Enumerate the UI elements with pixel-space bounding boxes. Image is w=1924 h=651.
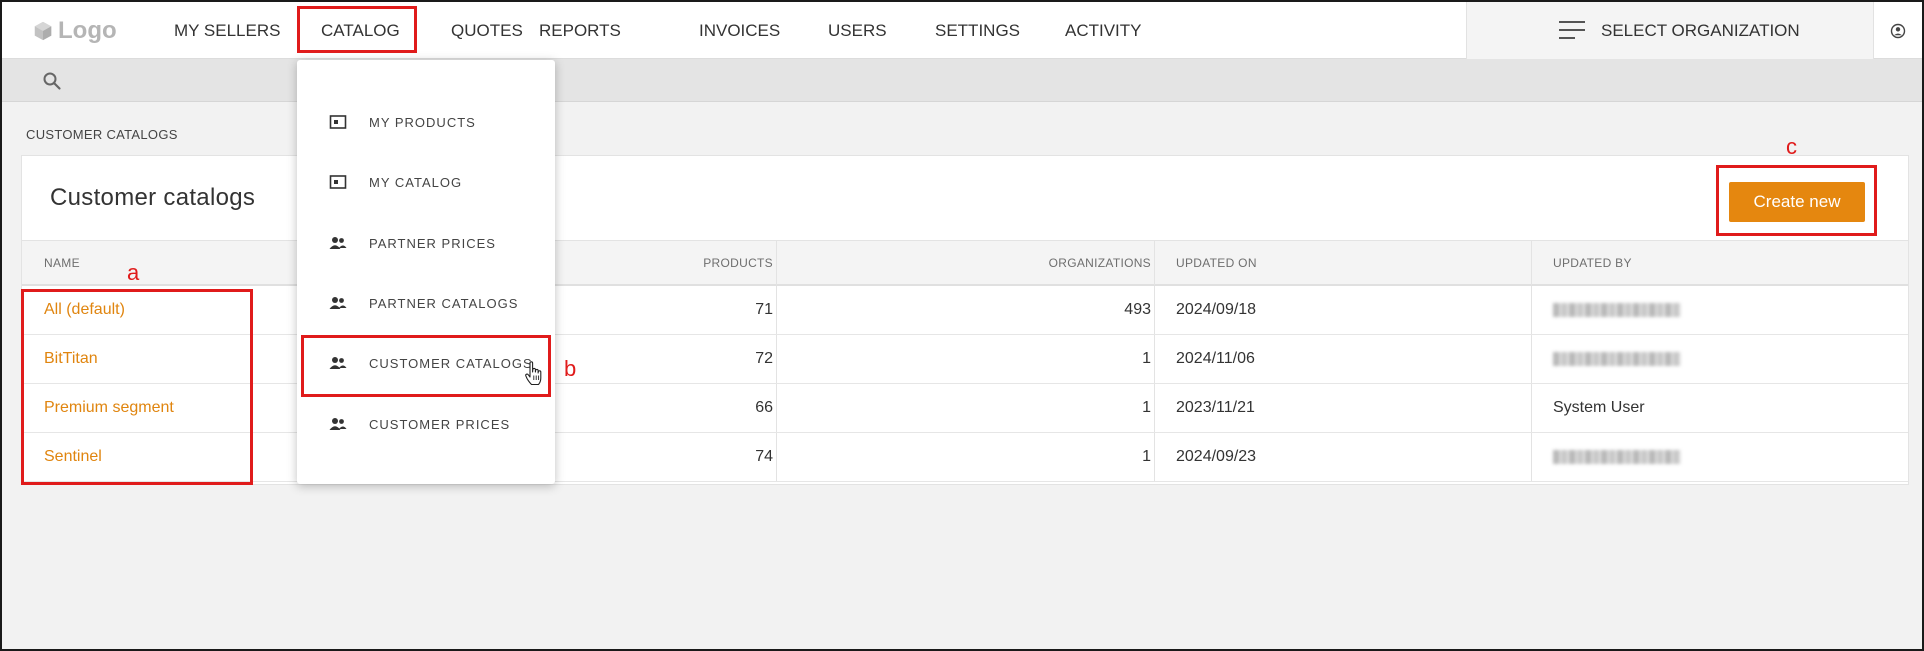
create-new-button[interactable]: Create new	[1729, 182, 1865, 222]
menu-item-partner-catalogs[interactable]: PARTNER CATALOGS	[297, 283, 555, 323]
nav-settings[interactable]: SETTINGS	[935, 2, 1020, 59]
catalog-dropdown-menu: MY PRODUCTS MY CATALOG PARTNER PRICES PA…	[297, 60, 555, 484]
menu-icon	[1559, 21, 1585, 40]
updated-on: 2024/11/06	[1176, 350, 1255, 367]
user-account-button[interactable]	[1874, 2, 1922, 59]
search-icon[interactable]	[42, 71, 62, 91]
updated-by-redacted	[1553, 433, 1681, 481]
organizations-count: 493	[1124, 301, 1151, 318]
menu-item-label: MY CATALOG	[369, 174, 463, 190]
nav-invoices[interactable]: INVOICES	[699, 2, 780, 59]
column-header-updated-by[interactable]: UPDATED BY	[1553, 241, 1632, 285]
products-count: 71	[755, 301, 773, 318]
search-bar	[2, 59, 1922, 102]
product-icon	[329, 175, 347, 189]
hand-cursor-icon	[525, 361, 542, 386]
menu-item-my-products[interactable]: MY PRODUCTS	[297, 102, 555, 142]
nav-quotes[interactable]: QUOTES	[451, 2, 523, 59]
logo[interactable]: Logo	[32, 16, 117, 46]
nav-reports[interactable]: REPORTS	[539, 2, 621, 59]
catalog-name-link[interactable]: Sentinel	[44, 433, 102, 481]
nav-users[interactable]: USERS	[828, 2, 887, 59]
organizations-count: 1	[1142, 448, 1151, 465]
menu-item-partner-prices[interactable]: PARTNER PRICES	[297, 223, 555, 263]
nav-my-sellers[interactable]: MY SELLERS	[174, 2, 280, 59]
app-window: Logo MY SELLERS CATALOG QUOTES REPORTS I…	[0, 0, 1924, 651]
column-header-products[interactable]: PRODUCTS	[522, 241, 773, 285]
users-icon	[329, 237, 347, 249]
top-navigation: Logo MY SELLERS CATALOG QUOTES REPORTS I…	[2, 2, 1922, 59]
organizations-count: 1	[1142, 350, 1151, 367]
users-icon	[329, 297, 347, 309]
menu-item-label: PARTNER PRICES	[369, 235, 496, 251]
updated-on: 2024/09/23	[1176, 448, 1257, 465]
updated-by-redacted	[1553, 286, 1681, 334]
user-circle-icon	[1890, 23, 1906, 38]
menu-item-label: CUSTOMER PRICES	[369, 416, 511, 432]
catalog-name-link[interactable]: BitTitan	[44, 335, 98, 383]
menu-item-my-catalog[interactable]: MY CATALOG	[297, 162, 555, 202]
cube-icon	[34, 21, 52, 41]
column-header-organizations[interactable]: ORGANIZATIONS	[802, 241, 1151, 285]
menu-item-label: PARTNER CATALOGS	[369, 295, 519, 311]
product-icon	[329, 115, 347, 129]
organizations-count: 1	[1142, 399, 1151, 416]
users-icon	[329, 357, 347, 369]
logo-text: Logo	[58, 17, 117, 44]
annotation-label-c: c	[1786, 134, 1797, 159]
nav-activity[interactable]: ACTIVITY	[1065, 2, 1142, 59]
users-icon	[329, 418, 347, 430]
menu-item-customer-catalogs[interactable]: CUSTOMER CATALOGS	[297, 343, 555, 383]
select-organization-button[interactable]: SELECT ORGANIZATION	[1466, 2, 1874, 59]
menu-item-customer-prices[interactable]: CUSTOMER PRICES	[297, 404, 555, 444]
products-count: 66	[755, 399, 773, 416]
select-organization-label: SELECT ORGANIZATION	[1601, 21, 1800, 40]
column-header-name[interactable]: NAME	[44, 241, 80, 285]
page-title: Customer catalogs	[50, 184, 256, 211]
catalog-name-link[interactable]: All (default)	[44, 286, 125, 334]
column-header-updated-on[interactable]: UPDATED ON	[1176, 241, 1257, 285]
updated-on: 2024/09/18	[1176, 301, 1257, 318]
menu-item-label: CUSTOMER CATALOGS	[369, 355, 533, 371]
menu-item-label: MY PRODUCTS	[369, 114, 476, 130]
nav-catalog[interactable]: CATALOG	[321, 2, 400, 59]
breadcrumb: CUSTOMER CATALOGS	[26, 127, 178, 142]
annotation-label-a: a	[127, 260, 140, 285]
products-count: 72	[755, 350, 773, 367]
catalog-name-link[interactable]: Premium segment	[44, 384, 174, 432]
updated-by: System User	[1553, 399, 1645, 416]
updated-on: 2023/11/21	[1176, 399, 1255, 416]
updated-by-redacted	[1553, 335, 1681, 383]
products-count: 74	[755, 448, 773, 465]
annotation-label-b: b	[564, 356, 577, 381]
